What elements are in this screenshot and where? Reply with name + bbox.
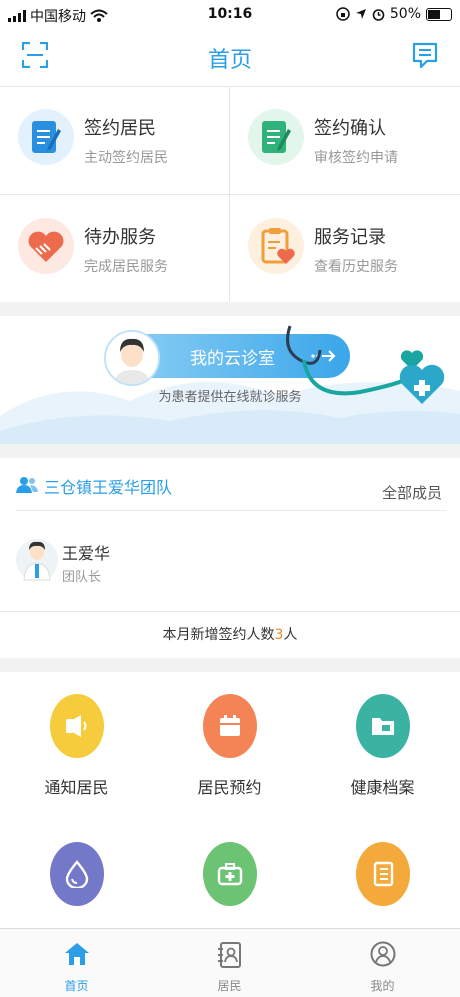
card-title: 服务记录 bbox=[314, 227, 386, 248]
card-title: 签约居民 bbox=[84, 118, 156, 139]
calendar-icon bbox=[202, 694, 257, 758]
water-drop-icon bbox=[49, 842, 104, 906]
tab-label: 我的 bbox=[370, 979, 395, 993]
member-name: 王爱华 bbox=[62, 544, 111, 563]
tab-profile[interactable]: 我的 bbox=[306, 929, 459, 997]
notify-residents-button[interactable]: 通知居民 bbox=[0, 694, 153, 798]
feature-label: 健康档案 bbox=[350, 778, 415, 797]
all-members-link[interactable]: 全部成员 bbox=[382, 482, 442, 503]
message-icon[interactable] bbox=[412, 42, 438, 70]
status-bar: 中国移动 10:16 50% bbox=[0, 0, 460, 30]
monthly-signups: 本月新增签约人数3人 bbox=[0, 612, 460, 658]
battery-icon bbox=[426, 7, 452, 21]
tab-bar: 首页 居民 我的 bbox=[0, 928, 460, 997]
sign-confirm-card[interactable]: 签约确认 审核签约申请 bbox=[230, 87, 459, 195]
navigation-bar: 首页 bbox=[0, 30, 460, 86]
location-icon bbox=[355, 9, 366, 19]
folder-icon bbox=[355, 694, 410, 758]
handshake-heart-icon bbox=[18, 218, 74, 274]
resident-appointment-button[interactable]: 居民预约 bbox=[153, 694, 306, 798]
tab-home[interactable]: 首页 bbox=[0, 929, 153, 997]
card-subtitle: 完成居民服务 bbox=[84, 259, 168, 275]
medical-kit-icon bbox=[202, 842, 257, 906]
page-title: 首页 bbox=[207, 48, 252, 73]
service-records-card[interactable]: 服务记录 查看历史服务 bbox=[230, 196, 459, 304]
card-title: 待办服务 bbox=[84, 227, 156, 248]
alarm-icon bbox=[372, 8, 385, 21]
battery-percent: 50% bbox=[389, 6, 421, 22]
lock-rotation-icon bbox=[336, 7, 350, 21]
banner-title: 我的云诊室 bbox=[190, 349, 275, 369]
pending-services-card[interactable]: 待办服务 完成居民服务 bbox=[0, 196, 229, 304]
feature-button[interactable] bbox=[0, 842, 153, 922]
confirm-document-icon bbox=[248, 109, 304, 165]
tab-residents[interactable]: 居民 bbox=[153, 929, 306, 997]
member-avatar bbox=[16, 536, 58, 584]
section-gap bbox=[0, 302, 460, 316]
divider bbox=[0, 194, 460, 195]
health-records-button[interactable]: 健康档案 bbox=[306, 694, 459, 798]
doctor-avatar bbox=[104, 330, 160, 386]
speaker-icon bbox=[49, 694, 104, 758]
home-icon bbox=[65, 943, 89, 965]
tab-label: 首页 bbox=[64, 979, 89, 993]
clipboard-heart-icon bbox=[248, 218, 304, 274]
team-header: 三仓镇王爱华团队 全部成员 bbox=[0, 458, 460, 510]
section-gap bbox=[0, 444, 460, 458]
sign-document-icon bbox=[18, 109, 74, 165]
team-member[interactable]: 王爱华 团队长 bbox=[16, 528, 446, 608]
feature-button[interactable] bbox=[306, 842, 459, 922]
divider bbox=[16, 510, 446, 511]
user-icon bbox=[370, 941, 396, 967]
card-title: 签约确认 bbox=[314, 118, 386, 139]
stat-suffix: 人 bbox=[283, 627, 298, 643]
card-subtitle: 审核签约申请 bbox=[314, 150, 398, 166]
section-gap bbox=[0, 658, 460, 672]
status-right: 50% bbox=[336, 6, 452, 22]
feature-label: 通知居民 bbox=[44, 778, 109, 797]
contacts-icon bbox=[218, 942, 241, 968]
banner-subtitle: 为患者提供在线就诊服务 bbox=[158, 390, 302, 405]
team-name: 三仓镇王爱华团队 bbox=[44, 478, 173, 497]
tab-label: 居民 bbox=[217, 979, 242, 993]
stat-prefix: 本月新增签约人数 bbox=[162, 627, 275, 643]
feature-label: 居民预约 bbox=[197, 778, 262, 797]
sign-residents-card[interactable]: 签约居民 主动签约居民 bbox=[0, 87, 229, 195]
card-subtitle: 查看历史服务 bbox=[314, 259, 398, 275]
member-role: 团队长 bbox=[62, 570, 102, 585]
cloud-clinic-banner[interactable]: 我的云诊室 为患者提供在线就诊服务 bbox=[0, 316, 460, 444]
feature-button[interactable] bbox=[153, 842, 306, 922]
team-icon bbox=[16, 477, 38, 493]
notebook-icon bbox=[355, 842, 410, 906]
card-subtitle: 主动签约居民 bbox=[84, 150, 168, 166]
